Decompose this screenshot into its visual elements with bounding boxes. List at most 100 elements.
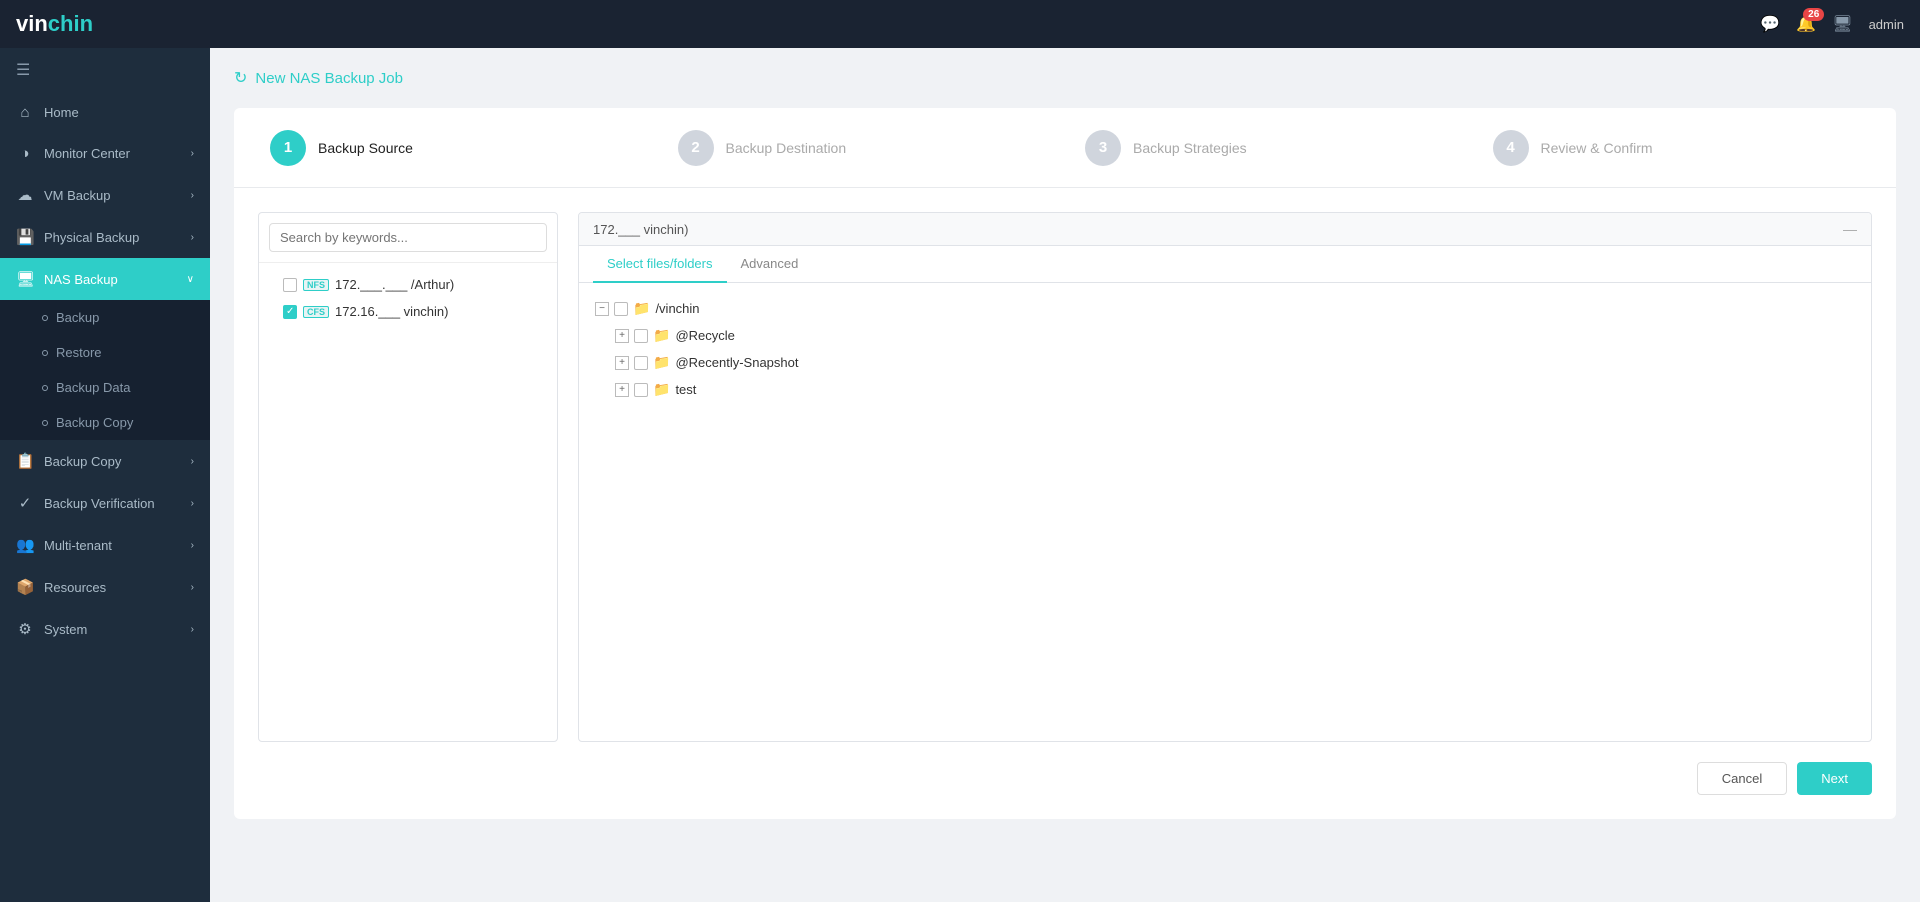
search-wrap bbox=[259, 213, 557, 263]
tabs-bar: Select files/folders Advanced bbox=[579, 246, 1871, 283]
folder-icon-vinchin: 📁 bbox=[633, 300, 650, 317]
sidebar-subitem-backup[interactable]: Backup bbox=[0, 300, 210, 335]
next-button[interactable]: Next bbox=[1797, 762, 1872, 795]
bottom-nav: Cancel Next bbox=[258, 762, 1872, 795]
ft-checkbox-test[interactable] bbox=[634, 383, 648, 397]
subitem-label-backup-copy: Backup Copy bbox=[56, 415, 133, 430]
file-tree-recycle[interactable]: + 📁 @Recycle bbox=[595, 322, 1855, 349]
file-tree: − 📁 /vinchin + 📁 @Recycle bbox=[579, 283, 1871, 741]
nas-tree-list: NFS 172.___.___ /Arthur) CFS 172.16.___ … bbox=[259, 263, 557, 333]
file-tree-test[interactable]: + 📁 test bbox=[595, 376, 1855, 403]
main-content: ↻ New NAS Backup Job 1 Backup Source 2 B… bbox=[210, 48, 1920, 902]
notification-wrapper: 🔔 26 bbox=[1796, 14, 1816, 34]
multi-tenant-icon: 👥 bbox=[16, 536, 34, 554]
sidebar-item-physical-backup[interactable]: 💾 Physical Backup › bbox=[0, 216, 210, 258]
subitem-dot-backup-copy bbox=[42, 420, 48, 426]
nas-backup-subitems: Backup Restore Backup Data Backup Copy bbox=[0, 300, 210, 440]
sidebar-label-backup-copy: Backup Copy bbox=[44, 454, 121, 469]
sidebar-label-nas-backup: NAS Backup bbox=[44, 272, 118, 287]
step-label-1: Backup Source bbox=[318, 140, 413, 156]
multi-tenant-arrow: › bbox=[191, 540, 194, 551]
sidebar-item-multi-tenant[interactable]: 👥 Multi-tenant › bbox=[0, 524, 210, 566]
step-num-1: 1 bbox=[284, 139, 292, 156]
tree-label-1: 172.___.___ /Arthur) bbox=[335, 277, 454, 292]
nas-backup-icon: 🖥 bbox=[16, 270, 34, 288]
tab-advanced[interactable]: Advanced bbox=[727, 246, 813, 283]
ft-label-test: test bbox=[675, 382, 696, 397]
step-num-3: 3 bbox=[1099, 139, 1107, 156]
sidebar-item-backup-copy[interactable]: 📋 Backup Copy › bbox=[0, 440, 210, 482]
file-tree-vinchin[interactable]: − 📁 /vinchin bbox=[595, 295, 1855, 322]
logo: vinchin bbox=[16, 11, 93, 37]
sidebar-item-home[interactable]: ⌂ Home bbox=[0, 92, 210, 133]
nas-backup-arrow: ∨ bbox=[187, 274, 194, 285]
sidebar-item-system[interactable]: ⚙ System › bbox=[0, 608, 210, 650]
message-icon[interactable]: 💬 bbox=[1760, 14, 1780, 34]
refresh-icon: ↻ bbox=[234, 68, 247, 88]
menu-toggle[interactable]: ☰ bbox=[0, 48, 210, 92]
subitem-label-backup: Backup bbox=[56, 310, 99, 325]
content-card: NFS 172.___.___ /Arthur) CFS 172.16.___ … bbox=[234, 188, 1896, 819]
collapse-button[interactable]: — bbox=[1843, 221, 1857, 237]
subitem-label-restore: Restore bbox=[56, 345, 102, 360]
folder-icon-test: 📁 bbox=[653, 381, 670, 398]
sidebar-item-nas-backup[interactable]: 🖥 NAS Backup ∨ bbox=[0, 258, 210, 300]
navbar: vinchin 💬 🔔 26 🖥 admin bbox=[0, 0, 1920, 48]
sidebar-label-physical-backup: Physical Backup bbox=[44, 230, 139, 245]
sidebar-subitem-backup-data[interactable]: Backup Data bbox=[0, 370, 210, 405]
sidebar-label-vm-backup: VM Backup bbox=[44, 188, 110, 203]
tab-select-files[interactable]: Select files/folders bbox=[593, 246, 727, 283]
home-icon: ⌂ bbox=[16, 104, 34, 121]
expand-test[interactable]: + bbox=[615, 383, 629, 397]
notification-badge: 26 bbox=[1803, 8, 1824, 21]
wizard-step-4: 4 Review & Confirm bbox=[1481, 130, 1873, 166]
checkbox-1[interactable] bbox=[283, 278, 297, 292]
sidebar-subitem-backup-copy[interactable]: Backup Copy bbox=[0, 405, 210, 440]
sidebar-item-backup-verification[interactable]: ✓ Backup Verification › bbox=[0, 482, 210, 524]
step-label-2: Backup Destination bbox=[726, 140, 847, 156]
sidebar-subitem-restore[interactable]: Restore bbox=[0, 335, 210, 370]
logo-chin: chin bbox=[48, 11, 93, 36]
tree-item-1[interactable]: NFS 172.___.___ /Arthur) bbox=[259, 271, 557, 298]
file-tree-recently-snapshot[interactable]: + 📁 @Recently-Snapshot bbox=[595, 349, 1855, 376]
ft-label-vinchin: /vinchin bbox=[655, 301, 699, 316]
expand-vinchin[interactable]: − bbox=[595, 302, 609, 316]
ft-checkbox-vinchin[interactable] bbox=[614, 302, 628, 316]
step-num-4: 4 bbox=[1506, 139, 1514, 156]
expand-recycle[interactable]: + bbox=[615, 329, 629, 343]
step-circle-4: 4 bbox=[1493, 130, 1529, 166]
physical-backup-icon: 💾 bbox=[16, 228, 34, 246]
sidebar-label-home: Home bbox=[44, 105, 79, 120]
sidebar-item-vm-backup[interactable]: ☁ VM Backup › bbox=[0, 174, 210, 216]
checkbox-2[interactable] bbox=[283, 305, 297, 319]
folder-icon-recently-snapshot: 📁 bbox=[653, 354, 670, 371]
tab-label-select-files: Select files/folders bbox=[607, 256, 713, 271]
search-input[interactable] bbox=[269, 223, 547, 252]
sidebar-item-monitor-center[interactable]: ◑ Monitor Center › bbox=[0, 133, 210, 174]
sidebar-label-multi-tenant: Multi-tenant bbox=[44, 538, 112, 553]
wizard-step-3: 3 Backup Strategies bbox=[1073, 130, 1465, 166]
tree-item-2[interactable]: CFS 172.16.___ vinchin) bbox=[259, 298, 557, 325]
right-pane: 172.___ vinchin) — Select files/folders … bbox=[578, 212, 1872, 742]
admin-menu[interactable]: admin bbox=[1869, 17, 1904, 32]
resources-icon: 📦 bbox=[16, 578, 34, 596]
tab-label-advanced: Advanced bbox=[741, 256, 799, 271]
layout: ☰ ⌂ Home ◑ Monitor Center › ☁ VM Backup … bbox=[0, 48, 1920, 902]
system-icon: ⚙ bbox=[16, 620, 34, 638]
monitor-center-icon: ◑ bbox=[16, 145, 34, 162]
cancel-button[interactable]: Cancel bbox=[1697, 762, 1787, 795]
backup-verification-icon: ✓ bbox=[16, 494, 34, 512]
vm-backup-arrow: › bbox=[191, 190, 194, 201]
right-pane-header-text: 172.___ vinchin) bbox=[593, 222, 688, 237]
monitor-icon[interactable]: 🖥 bbox=[1832, 14, 1852, 34]
ft-checkbox-recycle[interactable] bbox=[634, 329, 648, 343]
page-header: ↻ New NAS Backup Job bbox=[234, 68, 1896, 88]
step-num-2: 2 bbox=[691, 139, 699, 156]
backup-copy-arrow: › bbox=[191, 456, 194, 467]
expand-recently-snapshot[interactable]: + bbox=[615, 356, 629, 370]
badge-cfs: CFS bbox=[303, 306, 329, 318]
ft-checkbox-recently-snapshot[interactable] bbox=[634, 356, 648, 370]
sidebar-item-resources[interactable]: 📦 Resources › bbox=[0, 566, 210, 608]
right-pane-header: 172.___ vinchin) — bbox=[579, 213, 1871, 246]
tree-label-2: 172.16.___ vinchin) bbox=[335, 304, 448, 319]
